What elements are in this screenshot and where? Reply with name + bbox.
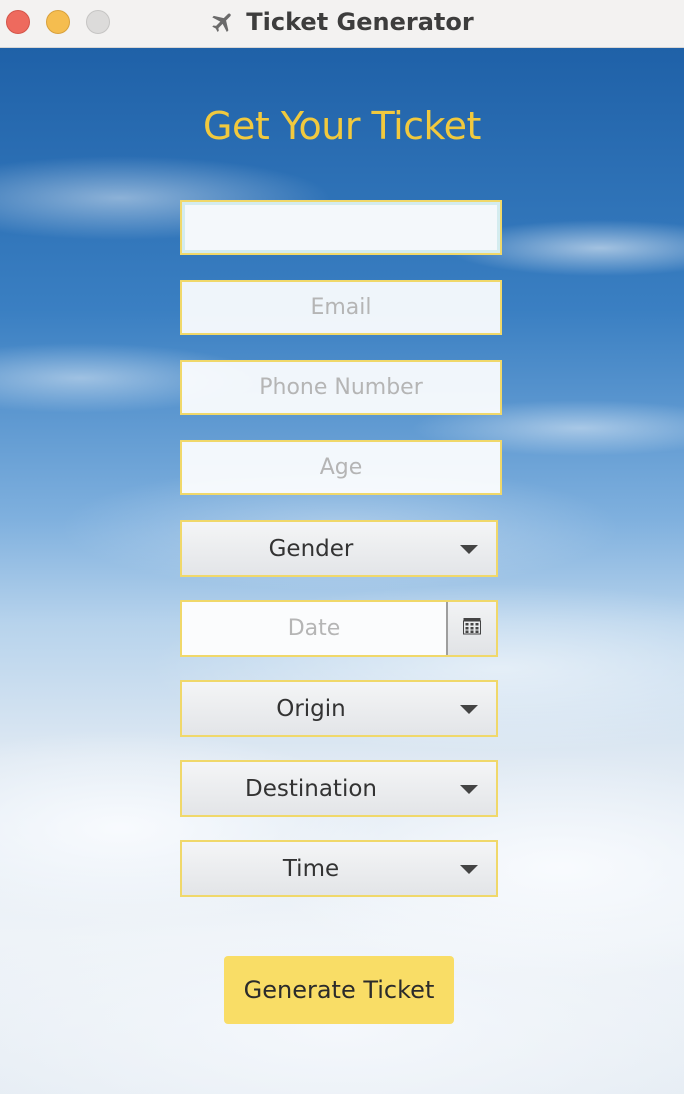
gender-dropdown[interactable]: Gender bbox=[180, 520, 498, 577]
app-window: Ticket Generator Get Your Ticket Gender bbox=[0, 0, 684, 1094]
title-bar[interactable]: Ticket Generator bbox=[0, 0, 684, 48]
age-field[interactable] bbox=[180, 440, 502, 495]
airplane-icon bbox=[210, 9, 236, 35]
email-field[interactable] bbox=[180, 280, 502, 335]
window-title-group: Ticket Generator bbox=[0, 0, 684, 44]
window-title: Ticket Generator bbox=[246, 8, 474, 36]
origin-dropdown[interactable]: Origin bbox=[180, 680, 498, 737]
date-field[interactable] bbox=[182, 602, 446, 655]
time-dropdown[interactable]: Time bbox=[180, 840, 498, 897]
destination-dropdown[interactable]: Destination bbox=[180, 760, 498, 817]
page-title: Get Your Ticket bbox=[203, 104, 481, 148]
calendar-button[interactable] bbox=[446, 602, 496, 655]
destination-dropdown-label: Destination bbox=[245, 775, 377, 802]
date-picker[interactable] bbox=[180, 600, 498, 657]
time-dropdown-label: Time bbox=[282, 855, 340, 882]
calendar-icon bbox=[463, 617, 481, 640]
chevron-down-icon bbox=[460, 705, 478, 714]
name-field[interactable] bbox=[180, 200, 502, 255]
chevron-down-icon bbox=[460, 785, 478, 794]
phone-number-field[interactable] bbox=[180, 360, 502, 415]
generate-ticket-button[interactable]: Generate Ticket bbox=[224, 956, 454, 1024]
chevron-down-icon bbox=[460, 865, 478, 874]
gender-dropdown-label: Gender bbox=[268, 535, 354, 562]
chevron-down-icon bbox=[460, 545, 478, 554]
origin-dropdown-label: Origin bbox=[276, 695, 346, 722]
